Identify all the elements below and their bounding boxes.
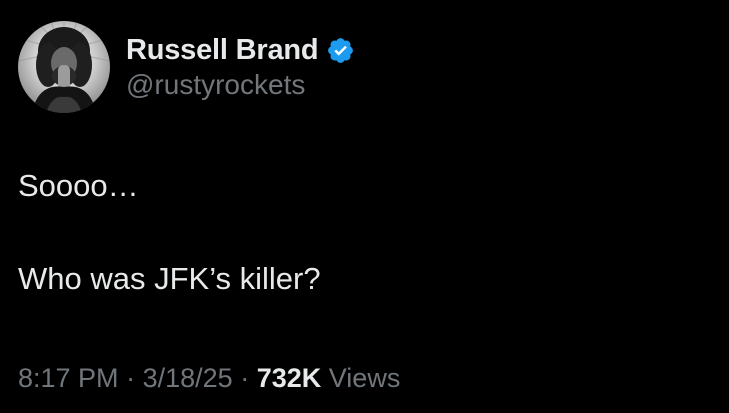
- tweet-line-2: Who was JFK’s killer?: [18, 261, 321, 296]
- meta-separator-2: ·: [240, 363, 250, 393]
- author-names: Russell Brand @rustyrockets: [126, 21, 355, 113]
- avatar[interactable]: [18, 21, 110, 113]
- avatar-image: [18, 21, 110, 113]
- tweet-time[interactable]: 8:17 PM: [18, 363, 119, 393]
- tweet-text: Soooo… Who was JFK’s killer?: [18, 166, 321, 299]
- tweet-card: Russell Brand @rustyrockets Soooo… Who w…: [0, 0, 729, 413]
- meta-separator-1: ·: [126, 363, 136, 393]
- tweet-meta: 8:17 PM · 3/18/25 · 732K Views: [18, 360, 400, 396]
- display-name[interactable]: Russell Brand: [126, 32, 319, 68]
- views-label: Views: [328, 363, 401, 393]
- author-handle[interactable]: @rustyrockets: [126, 68, 355, 102]
- tweet-date[interactable]: 3/18/25: [143, 363, 233, 393]
- author-name-row[interactable]: Russell Brand: [126, 32, 355, 68]
- tweet-line-1: Soooo…: [18, 168, 139, 203]
- tweet-header: Russell Brand @rustyrockets: [18, 21, 355, 113]
- verified-badge-icon[interactable]: [326, 36, 355, 65]
- views-count[interactable]: 732K: [257, 363, 322, 393]
